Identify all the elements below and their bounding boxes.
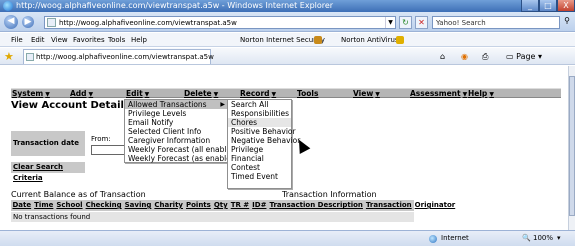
clear-search-link[interactable]: Clear Search Criteria <box>11 162 85 182</box>
col-qty[interactable]: Qty <box>212 200 229 211</box>
submenu-search-all[interactable]: Search All <box>228 100 291 109</box>
appmenu-tools[interactable]: Tools <box>297 89 318 99</box>
window-titlebar: http://woog.alphafiveonline.com/viewtran… <box>0 0 575 12</box>
zone-label: Internet <box>441 234 469 242</box>
window-controls: _ □ X <box>521 0 575 12</box>
search-icon[interactable]: ⚲ <box>561 16 573 29</box>
ie-logo-icon <box>3 1 13 11</box>
submenu-positive-behavior[interactable]: Positive Behavior <box>228 127 296 136</box>
col-tr[interactable]: TR # <box>229 200 250 211</box>
col-school[interactable]: School <box>55 200 84 211</box>
app-menu-bar: System ▼ Add ▼ Edit ▼ Delete ▼ Record ▼ Tools… <box>11 88 561 98</box>
submenu-financial[interactable]: Financial <box>228 154 291 163</box>
col-id[interactable]: ID# <box>251 200 268 211</box>
norton-security-button[interactable]: Norton Internet Security <box>240 33 325 47</box>
stop-icon[interactable]: ✕ <box>415 16 428 29</box>
menu-file[interactable]: File <box>11 33 23 47</box>
menu-item-selected-client-info[interactable]: Selected Client Info <box>125 127 227 136</box>
favorites-star-icon[interactable]: ★ <box>4 50 14 63</box>
submenu-arrow-icon: ▶ <box>220 101 225 108</box>
appmenu-assessment[interactable]: Assessment ▼ <box>410 89 467 100</box>
page-menu-label: Page <box>516 52 536 61</box>
balance-heading: Current Balance as of Transaction <box>11 190 146 199</box>
col-transaction[interactable]: Transaction <box>364 200 413 211</box>
submenu-contest[interactable]: Contest <box>228 163 291 172</box>
menu-view[interactable]: View <box>51 33 68 47</box>
address-bar[interactable]: http://woog.alphafiveonline.com/viewtran… <box>44 16 396 29</box>
feeds-icon[interactable]: ◉ <box>461 51 468 62</box>
submenu-chores[interactable]: Chores <box>228 118 291 127</box>
menu-tools[interactable]: Tools <box>108 33 125 47</box>
home-icon[interactable]: ⌂ <box>440 51 445 62</box>
transactions-table-header: Date Time School Checking Saving Charity… <box>11 200 455 211</box>
tab-page-icon <box>26 53 34 61</box>
submenu-privilege[interactable]: Privilege <box>228 145 291 154</box>
col-points[interactable]: Points <box>184 200 212 211</box>
col-charity[interactable]: Charity <box>153 200 185 211</box>
menu-help[interactable]: Help <box>131 33 147 47</box>
search-input[interactable]: Yahoo! Search <box>432 16 560 29</box>
col-checking[interactable]: Checking <box>84 200 123 211</box>
page-title: View Account Detail <box>11 100 124 111</box>
internet-zone-icon <box>429 235 437 243</box>
norton-shield-icon <box>396 36 404 44</box>
menu-edit[interactable]: Edit <box>31 33 45 47</box>
forward-button[interactable]: ▶ <box>22 16 34 28</box>
empty-table-message: No transactions found <box>11 212 414 222</box>
transaction-info-heading: Transaction Information <box>282 190 377 199</box>
zoom-icon[interactable]: 🔍 <box>522 231 531 246</box>
col-description[interactable]: Transaction Description <box>268 200 364 211</box>
col-date[interactable]: Date <box>11 200 33 211</box>
submenu-timed-event[interactable]: Timed Event <box>228 172 291 181</box>
address-url: http://woog.alphafiveonline.com/viewtran… <box>59 19 237 27</box>
maximize-button[interactable]: □ <box>539 0 557 12</box>
mouse-cursor-icon <box>295 138 309 153</box>
col-time[interactable]: Time <box>33 200 55 211</box>
print-icon[interactable]: ⎙ <box>482 51 488 62</box>
appmenu-help[interactable]: Help ▼ <box>468 89 494 100</box>
appmenu-view[interactable]: View ▼ <box>353 89 380 100</box>
menu-item-weekly-forecast-as[interactable]: Weekly Forecast (as enabled) <box>125 154 239 163</box>
col-saving[interactable]: Saving <box>123 200 153 211</box>
window-title: http://woog.alphafiveonline.com/viewtran… <box>16 1 334 10</box>
address-toolbar: ◀ ▶ http://woog.alphafiveonline.com/view… <box>0 12 575 32</box>
zoom-level[interactable]: 100% <box>533 231 553 246</box>
appmenu-system[interactable]: System ▼ <box>12 89 50 100</box>
menu-item-allowed-transactions[interactable]: Allowed Transactions ▶ <box>125 100 227 109</box>
submenu-negative-behavior[interactable]: Negative Behavior <box>228 136 300 145</box>
menu-item-email-notify[interactable]: Email Notify <box>125 118 227 127</box>
transaction-date-label: Transaction date <box>11 131 85 156</box>
allowed-transactions-submenu: Search All Responsibilities Chores Posit… <box>227 99 300 189</box>
page-menu-button[interactable]: ▭ Page ▾ <box>506 51 542 62</box>
menu-item-caregiver-information[interactable]: Caregiver Information <box>125 136 227 145</box>
menu-item-privilege-levels[interactable]: Privilege Levels <box>125 109 227 118</box>
appmenu-add[interactable]: Add ▼ <box>70 89 93 100</box>
page-icon <box>47 18 56 27</box>
minimize-button[interactable]: _ <box>521 0 539 12</box>
tab-label: http://woog.alphafiveonline.com/viewtran… <box>36 53 214 61</box>
col-originator[interactable]: Originator <box>413 200 457 211</box>
browser-tab[interactable]: http://woog.alphafiveonline.com/viewtran… <box>23 49 214 64</box>
refresh-icon[interactable]: ↻ <box>399 16 412 29</box>
address-dropdown-icon[interactable]: ▼ <box>385 17 395 28</box>
edit-dropdown-menu: Allowed Transactions ▶ Privilege Levels E… <box>124 99 239 163</box>
page-menu-icon: ▭ <box>506 52 514 61</box>
close-button[interactable]: X <box>557 0 575 12</box>
vertical-scrollbar[interactable] <box>568 66 575 230</box>
tab-bar: ★ http://woog.alphafiveonline.com/viewtr… <box>0 48 575 65</box>
menu-bar: File Edit View Favorites Tools Help Nort… <box>0 33 575 47</box>
menu-item-weekly-forecast-all[interactable]: Weekly Forecast (all enabled) <box>125 145 239 154</box>
zoom-dropdown-icon[interactable]: ▾ <box>557 231 561 246</box>
norton-icon <box>314 36 322 44</box>
status-bar: Internet 🔍 100% ▾ <box>0 230 575 246</box>
menu-favorites[interactable]: Favorites <box>73 33 105 47</box>
submenu-responsibilities[interactable]: Responsibilities <box>228 109 291 118</box>
page-content: System ▼ Add ▼ Edit ▼ Delete ▼ Record ▼ Tools… <box>7 66 568 230</box>
from-label: From: <box>91 135 111 143</box>
norton-antivirus-button[interactable]: Norton AntiVirus <box>341 33 399 47</box>
scrollbar-thumb[interactable] <box>569 76 575 216</box>
back-button[interactable]: ◀ <box>4 15 18 29</box>
